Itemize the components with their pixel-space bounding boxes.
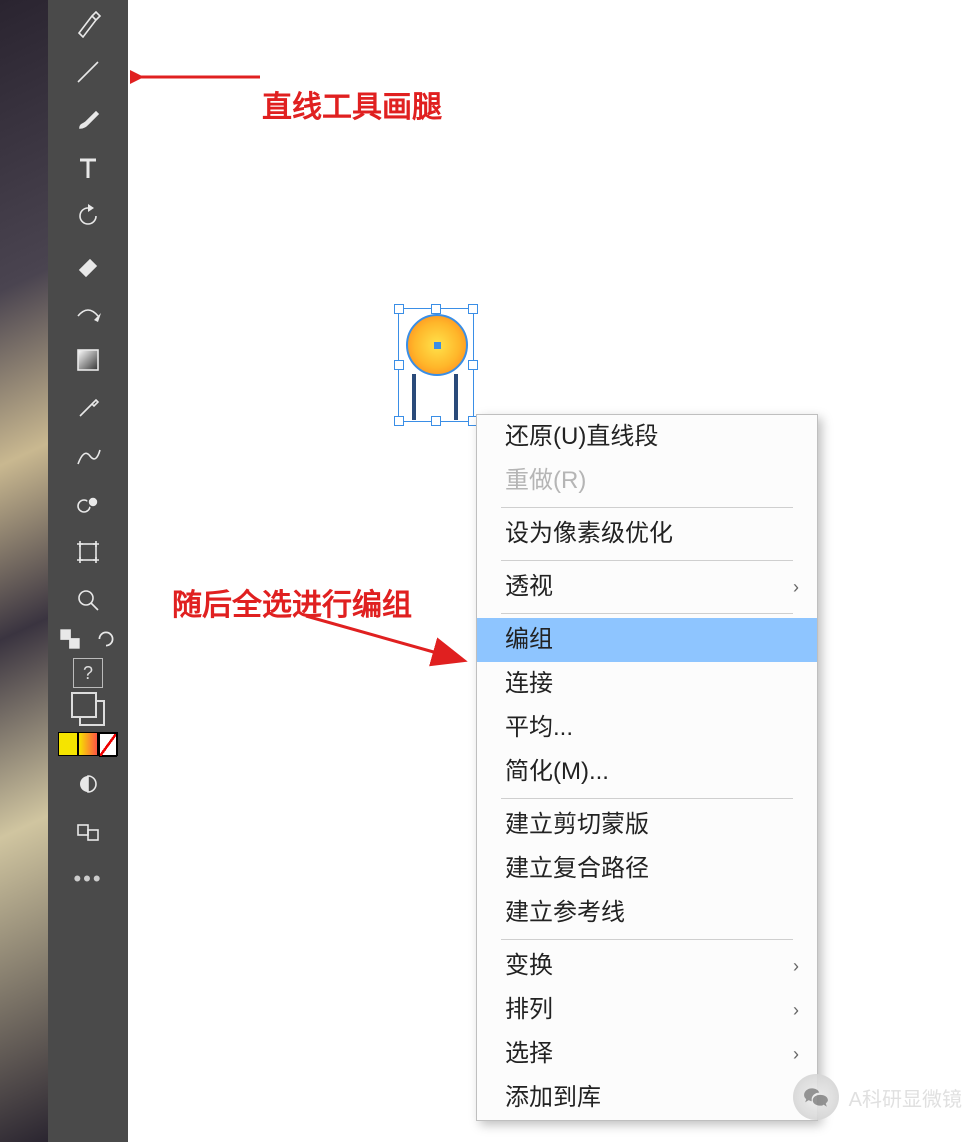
eraser-tool[interactable] bbox=[66, 242, 110, 286]
menu-item-label: 设为像素级优化 bbox=[505, 520, 673, 547]
menu-item-label: 还原(U)直线段 bbox=[505, 423, 658, 450]
rotate-tool[interactable] bbox=[66, 194, 110, 238]
menu-item[interactable]: 选择 › bbox=[477, 1032, 817, 1076]
gradient-tool[interactable] bbox=[66, 338, 110, 382]
menu-item[interactable]: 平均... bbox=[477, 706, 817, 750]
leg-line[interactable] bbox=[454, 374, 458, 420]
annotation-arrow-top bbox=[130, 62, 270, 92]
resize-handle[interactable] bbox=[431, 416, 441, 426]
menu-item[interactable]: 排列 › bbox=[477, 988, 817, 1032]
chevron-right-icon: › bbox=[793, 565, 799, 609]
menu-item-label: 编组 bbox=[505, 626, 553, 653]
menu-separator bbox=[501, 560, 793, 561]
chevron-right-icon: › bbox=[793, 944, 799, 988]
type-tool[interactable] bbox=[66, 146, 110, 190]
unknown-fill-icon[interactable]: ? bbox=[73, 658, 103, 688]
menu-separator bbox=[501, 939, 793, 940]
menu-separator bbox=[501, 798, 793, 799]
menu-item[interactable]: 建立参考线 bbox=[477, 891, 817, 935]
menu-item[interactable]: 还原(U)直线段 bbox=[477, 415, 817, 459]
line-tool[interactable] bbox=[66, 50, 110, 94]
cycle-icon[interactable] bbox=[95, 628, 117, 650]
menu-item-label: 变换 bbox=[505, 952, 553, 979]
menu-item-label: 建立参考线 bbox=[505, 899, 625, 926]
chevron-right-icon: › bbox=[793, 1032, 799, 1076]
annotation-top: 直线工具画腿 bbox=[262, 82, 442, 126]
watermark-text: A科研显微镜 bbox=[849, 1083, 962, 1112]
width-tool[interactable] bbox=[66, 290, 110, 334]
swatch-b[interactable] bbox=[78, 732, 98, 756]
wechat-icon bbox=[793, 1074, 839, 1120]
resize-handle[interactable] bbox=[431, 304, 441, 314]
menu-item-label: 透视 bbox=[505, 573, 553, 600]
blend-tool[interactable] bbox=[66, 434, 110, 478]
color-swatch-row[interactable] bbox=[58, 732, 118, 754]
watermark: A科研显微镜 bbox=[793, 1074, 962, 1120]
menu-item-label: 平均... bbox=[505, 714, 573, 741]
toolbar: ? ••• bbox=[48, 0, 128, 1142]
menu-item-label: 建立复合路径 bbox=[505, 855, 649, 882]
menu-item[interactable]: 透视 › bbox=[477, 565, 817, 609]
menu-item-label: 重做(R) bbox=[505, 467, 586, 494]
menu-item-label: 连接 bbox=[505, 670, 553, 697]
symbol-sprayer-tool[interactable] bbox=[66, 482, 110, 526]
menu-item[interactable]: 设为像素级优化 bbox=[477, 512, 817, 556]
menu-item-label: 选择 bbox=[505, 1040, 553, 1067]
menu-separator bbox=[501, 507, 793, 508]
menu-item-label: 添加到库 bbox=[505, 1084, 601, 1111]
menu-item-label: 简化(M)... bbox=[505, 758, 609, 785]
menu-item[interactable]: 建立复合路径 bbox=[477, 847, 817, 891]
menu-item[interactable]: 建立剪切蒙版 bbox=[477, 803, 817, 847]
resize-handle[interactable] bbox=[468, 304, 478, 314]
menu-item[interactable]: 变换 › bbox=[477, 944, 817, 988]
chevron-right-icon: › bbox=[793, 988, 799, 1032]
resize-handle[interactable] bbox=[394, 304, 404, 314]
screen-mode-icon[interactable] bbox=[66, 762, 110, 806]
resize-handle[interactable] bbox=[394, 416, 404, 426]
swatch-none[interactable] bbox=[98, 732, 118, 756]
menu-item-label: 排列 bbox=[505, 996, 553, 1023]
context-menu: 还原(U)直线段重做(R) 设为像素级优化透视 › 编组连接平均... 简化(M)...… bbox=[476, 414, 818, 1121]
zoom-tool[interactable] bbox=[66, 578, 110, 622]
swatch-a[interactable] bbox=[58, 732, 78, 756]
eyedropper-tool[interactable] bbox=[66, 386, 110, 430]
swap-icon[interactable] bbox=[59, 628, 81, 650]
brush-tool[interactable] bbox=[66, 98, 110, 142]
menu-item[interactable]: 编组 bbox=[477, 618, 817, 662]
more-tools-icon[interactable]: ••• bbox=[73, 866, 102, 892]
menu-item[interactable]: 连接 bbox=[477, 662, 817, 706]
menu-item[interactable]: 添加到库 bbox=[477, 1076, 817, 1120]
gradient-circle[interactable] bbox=[406, 314, 468, 376]
menu-separator bbox=[501, 613, 793, 614]
draw-mode-icon[interactable] bbox=[71, 692, 105, 726]
menu-item: 重做(R) bbox=[477, 459, 817, 503]
resize-handle[interactable] bbox=[468, 360, 478, 370]
menu-item[interactable]: 简化(M)... bbox=[477, 750, 817, 794]
selected-object[interactable] bbox=[398, 308, 476, 424]
pen-tool[interactable] bbox=[66, 2, 110, 46]
leg-line[interactable] bbox=[412, 374, 416, 420]
resize-handle[interactable] bbox=[394, 360, 404, 370]
annotation-arrow-mid bbox=[300, 608, 480, 678]
window-tiling-icon[interactable] bbox=[66, 810, 110, 854]
decorative-left-strip bbox=[0, 0, 48, 1142]
menu-item-label: 建立剪切蒙版 bbox=[505, 811, 649, 838]
artboard-tool[interactable] bbox=[66, 530, 110, 574]
